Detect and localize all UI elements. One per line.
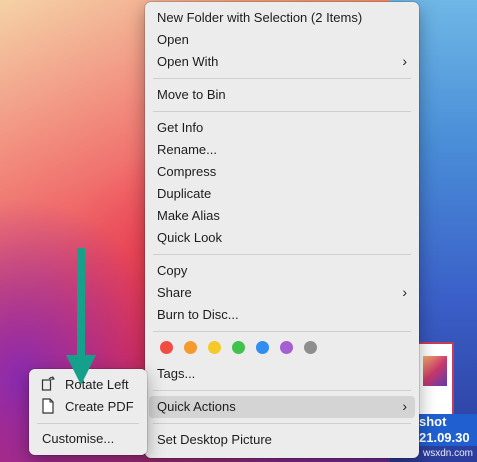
menu-item-copy[interactable]: Copy [157, 261, 187, 281]
tag-yellow[interactable] [208, 341, 221, 354]
menu-item-rename[interactable]: Rename... [157, 140, 217, 160]
context-menu: New Folder with Selection (2 Items) Open… [145, 2, 419, 458]
menu-item-make-alias[interactable]: Make Alias [157, 206, 220, 226]
file-name-line2: 21.09.30 [416, 430, 477, 446]
menu-separator [153, 331, 411, 332]
rotate-left-icon [41, 376, 55, 391]
submenu-item-create-pdf[interactable]: Create PDF [65, 397, 134, 417]
thumbnail-image [423, 356, 447, 386]
tag-gray[interactable] [304, 341, 317, 354]
menu-item-quick-actions[interactable]: Quick Actions [157, 397, 236, 417]
annotation-arrow-shaft [77, 248, 85, 358]
submenu-item-customise[interactable]: Customise... [42, 429, 114, 449]
menu-separator [37, 423, 139, 424]
menu-separator [153, 254, 411, 255]
menu-item-move-to-bin[interactable]: Move to Bin [157, 85, 226, 105]
menu-item-compress[interactable]: Compress [157, 162, 216, 182]
menu-item-duplicate[interactable]: Duplicate [157, 184, 211, 204]
menu-item-quick-look[interactable]: Quick Look [157, 228, 222, 248]
file-thumbnail[interactable] [416, 342, 454, 416]
menu-item-tags[interactable]: Tags... [157, 364, 195, 384]
annotation-arrow-down-icon [66, 355, 96, 385]
menu-separator [153, 111, 411, 112]
document-icon [42, 398, 54, 414]
menu-separator [153, 390, 411, 391]
menu-separator [153, 78, 411, 79]
menu-item-set-desktop-picture[interactable]: Set Desktop Picture [157, 430, 272, 450]
tag-blue[interactable] [256, 341, 269, 354]
tag-purple[interactable] [280, 341, 293, 354]
tag-green[interactable] [232, 341, 245, 354]
menu-item-label: Open With [157, 54, 219, 69]
file-name-line1: shot [416, 414, 477, 430]
file-name-label[interactable]: shot 21.09.30 [416, 414, 477, 446]
menu-item-get-info[interactable]: Get Info [157, 118, 203, 138]
tag-red[interactable] [160, 341, 173, 354]
chevron-right-icon: › [402, 53, 407, 69]
chevron-right-icon: › [402, 284, 407, 300]
menu-item-new-folder-with-selection[interactable]: New Folder with Selection (2 Items) [157, 8, 362, 28]
tag-orange[interactable] [184, 341, 197, 354]
menu-item-open[interactable]: Open [157, 30, 189, 50]
watermark: wsxdn.com [422, 448, 473, 459]
menu-separator [153, 423, 411, 424]
chevron-right-icon: › [402, 398, 407, 414]
menu-item-burn-to-disc[interactable]: Burn to Disc... [157, 305, 239, 325]
menu-item-open-with[interactable]: Open With [157, 52, 407, 72]
menu-item-share[interactable]: Share [157, 283, 192, 303]
